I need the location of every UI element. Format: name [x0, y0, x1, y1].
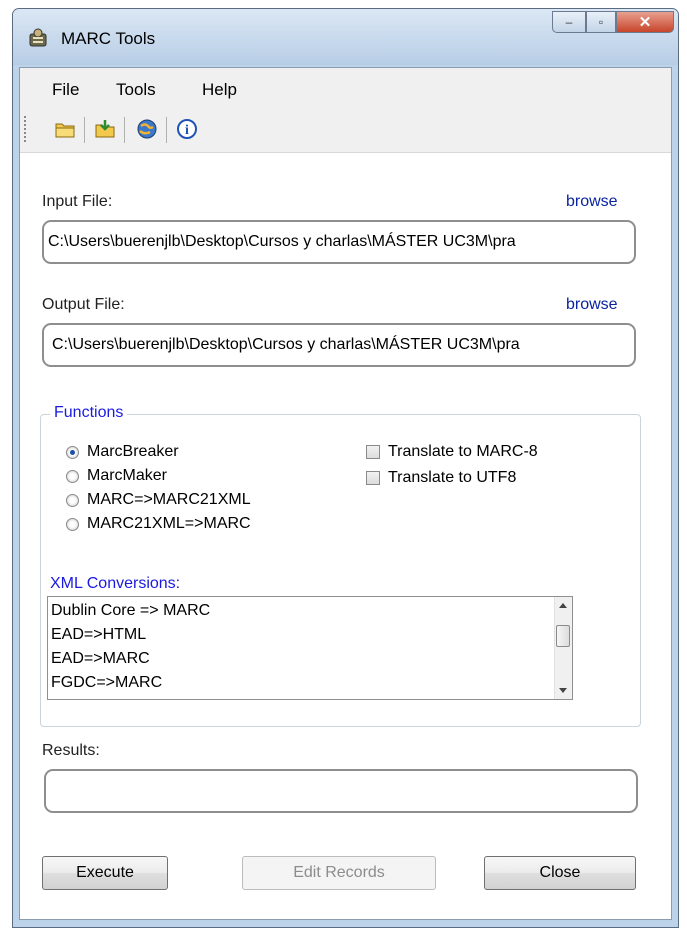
menu-file[interactable]: File: [52, 80, 79, 100]
toolbar-grip[interactable]: [24, 116, 26, 142]
list-item[interactable]: EAD=>HTML: [51, 626, 146, 644]
checkbox-label: Translate to UTF8: [388, 469, 517, 486]
radio-marcmaker[interactable]: MarcMaker: [66, 467, 167, 485]
output-file-label: Output File:: [42, 296, 125, 313]
globe-icon[interactable]: [136, 118, 158, 140]
menu-tools[interactable]: Tools: [116, 80, 156, 100]
radio-marcbreaker[interactable]: MarcBreaker: [66, 443, 179, 461]
output-file-field[interactable]: C:\Users\buerenjlb\Desktop\Cursos y char…: [42, 323, 636, 367]
checkbox-translate-marc8[interactable]: Translate to MARC-8: [366, 443, 538, 461]
radio-indicator: [66, 493, 79, 507]
scroll-down-arrow-icon[interactable]: [559, 688, 567, 693]
marc-tools-app-icon: [29, 28, 47, 47]
scroll-up-arrow-icon[interactable]: [559, 603, 567, 608]
toolbar-separator: [124, 117, 125, 143]
scroll-thumb[interactable]: [556, 625, 570, 647]
toolbar-separator: [84, 117, 85, 143]
list-item[interactable]: EAD=>MARC: [51, 650, 150, 668]
radio-label: MARC21XML=>MARC: [87, 515, 251, 532]
output-browse-link[interactable]: browse: [566, 296, 618, 314]
execute-button[interactable]: Execute: [42, 856, 168, 890]
menu-help[interactable]: Help: [202, 80, 237, 100]
info-icon[interactable]: i: [176, 118, 198, 140]
toolbar: i: [20, 108, 671, 153]
close-window-button[interactable]: ✕: [616, 11, 674, 33]
open-folder-icon[interactable]: [54, 118, 76, 140]
xml-conversions-label: XML Conversions:: [50, 575, 181, 592]
radio-marc21xml-to-marc[interactable]: MARC21XML=>MARC: [66, 515, 251, 533]
window-controls: – ▫ ✕: [552, 11, 674, 33]
maximize-button[interactable]: ▫: [586, 11, 616, 33]
list-item[interactable]: FGDC=>MARC: [51, 674, 162, 692]
radio-label: MarcMaker: [87, 467, 168, 484]
results-label: Results:: [42, 742, 100, 759]
marc-tools-window: MARC Tools – ▫ ✕ File Tools Help i Input…: [12, 8, 679, 928]
checkbox-translate-utf8[interactable]: Translate to UTF8: [366, 469, 516, 487]
minimize-icon: –: [565, 15, 573, 29]
radio-indicator: [66, 469, 79, 483]
close-icon: ✕: [638, 14, 652, 31]
checkbox-indicator: [366, 471, 380, 485]
close-button[interactable]: Close: [484, 856, 636, 890]
window-title: MARC Tools: [61, 29, 156, 48]
radio-indicator: [66, 517, 79, 531]
radio-marc-to-marc21xml[interactable]: MARC=>MARC21XML: [66, 491, 251, 509]
list-scrollbar[interactable]: [554, 597, 572, 699]
list-item[interactable]: Dublin Core => MARC: [51, 602, 210, 620]
input-browse-link[interactable]: browse: [566, 193, 618, 211]
client-area: File Tools Help i Input File: browse C:\…: [19, 67, 672, 920]
radio-label: MarcBreaker: [87, 443, 179, 460]
checkbox-indicator: [366, 445, 380, 459]
input-file-field[interactable]: C:\Users\buerenjlb\Desktop\Cursos y char…: [42, 220, 636, 264]
minimize-button[interactable]: –: [552, 11, 586, 33]
results-field[interactable]: [44, 769, 638, 813]
radio-label: MARC=>MARC21XML: [87, 491, 251, 508]
title-bar[interactable]: MARC Tools – ▫ ✕: [13, 9, 678, 65]
checkbox-label: Translate to MARC-8: [388, 443, 538, 460]
export-folder-icon[interactable]: [94, 118, 116, 140]
functions-group-title: Functions: [50, 404, 128, 422]
edit-records-button[interactable]: Edit Records: [242, 856, 436, 890]
menu-bar: File Tools Help: [20, 68, 671, 108]
xml-conversions-list[interactable]: Dublin Core => MARC EAD=>HTML EAD=>MARC …: [47, 596, 573, 700]
input-file-label: Input File:: [42, 193, 113, 210]
maximize-icon: ▫: [598, 15, 604, 29]
radio-selected-indicator: [66, 445, 79, 459]
toolbar-separator: [166, 117, 167, 143]
info-icon-glyph: i: [185, 123, 189, 138]
